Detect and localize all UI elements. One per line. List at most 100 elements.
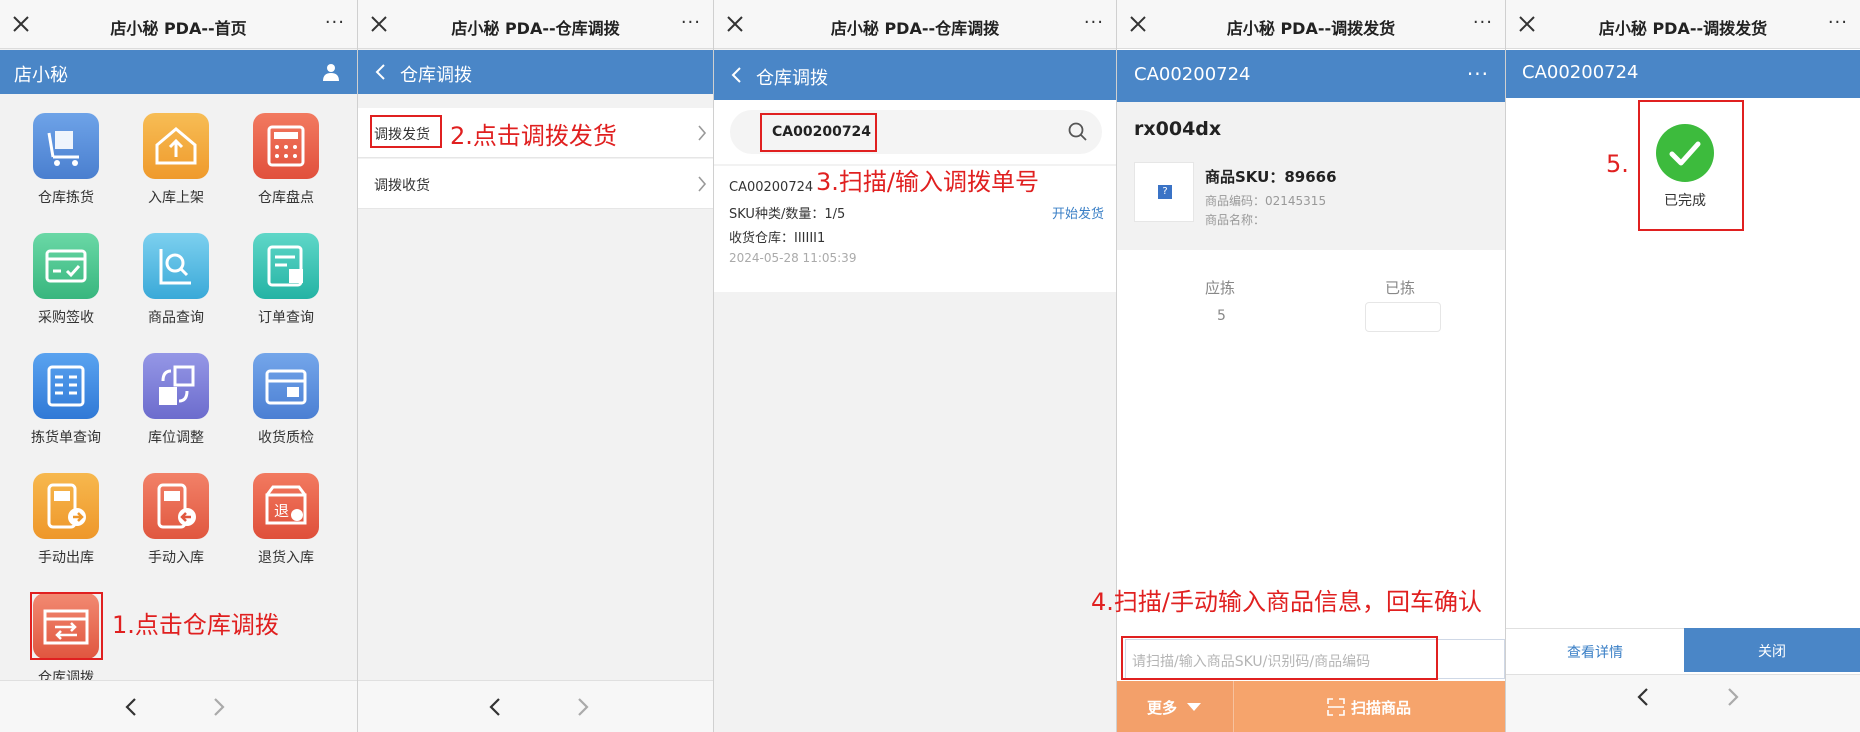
menu-item-order-search[interactable]: 订单查询 xyxy=(236,233,336,327)
window-title: 店小秘 PDA--首页 xyxy=(110,19,247,38)
close-button[interactable]: 关闭 xyxy=(1684,628,1860,672)
forward-arrow-icon[interactable] xyxy=(1726,687,1740,707)
bottom-nav xyxy=(358,680,713,732)
scan-product-label: 扫描商品 xyxy=(1351,699,1412,717)
menu-label: 手动入库 xyxy=(148,550,204,566)
house-upload-icon xyxy=(143,113,209,179)
menu-item-manual-out[interactable]: 手动出库 xyxy=(16,473,116,567)
menu-label: 收货质检 xyxy=(258,430,314,446)
product-name-line: 商品名称： xyxy=(1205,213,1266,227)
product-sku: 商品SKU：89666 xyxy=(1205,168,1337,186)
title-bar: 店小秘 PDA--仓库调拨 ··· xyxy=(358,0,713,49)
menu-label: 退货入库 xyxy=(258,550,314,566)
created-time: 2024-05-28 11:05:39 xyxy=(729,251,857,265)
bottom-nav xyxy=(0,680,357,732)
product-name: rx004dx xyxy=(1134,118,1222,140)
menu-item-picking[interactable]: 仓库拣货 xyxy=(16,113,116,207)
product-code: 商品编码：02145315 xyxy=(1205,194,1327,208)
window-title: 店小秘 PDA--调拨发货 xyxy=(1598,19,1768,38)
caret-down-icon xyxy=(1187,703,1201,711)
menu-label: 拣货单查询 xyxy=(31,430,101,446)
close-icon[interactable] xyxy=(1516,13,1538,35)
back-arrow-icon[interactable] xyxy=(1636,687,1650,707)
menu-item-manual-in[interactable]: 手动入库 xyxy=(126,473,226,567)
close-icon[interactable] xyxy=(368,13,390,35)
forward-arrow-icon[interactable] xyxy=(212,697,226,717)
title-bar: 店小秘 PDA--首页 ··· xyxy=(0,0,357,49)
more-options-icon[interactable]: ··· xyxy=(1467,62,1489,86)
search-doc-icon xyxy=(143,233,209,299)
calculator-icon xyxy=(253,113,319,179)
order-doc-icon xyxy=(253,233,319,299)
title-bar: 店小秘 PDA--调拨发货 ··· xyxy=(1506,0,1860,49)
back-arrow-icon[interactable] xyxy=(488,697,502,717)
close-label: 关闭 xyxy=(1758,644,1786,660)
app-header: 仓库调拨 xyxy=(714,50,1116,100)
menu-item-return-in[interactable]: 退 退货入库 xyxy=(236,473,336,567)
highlight-box xyxy=(370,115,442,148)
col-picked: 已拣 xyxy=(1385,279,1416,297)
svg-text:退: 退 xyxy=(274,502,289,520)
back-chevron-icon[interactable] xyxy=(374,64,386,80)
more-label: 更多 xyxy=(1147,699,1178,717)
search-icon[interactable] xyxy=(1068,122,1088,142)
menu-label: 库位调整 xyxy=(148,430,204,446)
menu-item-purchase-receipt[interactable]: 采购签收 xyxy=(16,233,116,327)
inbox-check-icon xyxy=(253,353,319,419)
view-detail-label: 查看详情 xyxy=(1567,645,1623,661)
more-icon[interactable]: ··· xyxy=(325,12,345,33)
return-stamp-icon: 退 xyxy=(253,473,319,539)
panel-transfer-menu: 店小秘 PDA--仓库调拨 ··· 仓库调拨 调拨发货 调拨收货 2.点击调拨发… xyxy=(358,0,713,732)
close-icon[interactable] xyxy=(10,13,32,35)
picked-input[interactable] xyxy=(1365,302,1441,332)
menu-label: 商品查询 xyxy=(148,310,204,326)
app-title: 店小秘 xyxy=(14,65,68,86)
menu-label: 仓库拣货 xyxy=(38,190,94,206)
product-thumbnail: ? xyxy=(1134,162,1194,222)
col-should-pick: 应拣 xyxy=(1205,279,1236,297)
window-title: 店小秘 PDA--仓库调拨 xyxy=(451,19,620,38)
forward-arrow-icon[interactable] xyxy=(576,697,590,717)
chevron-right-icon xyxy=(698,176,707,192)
more-icon[interactable]: ··· xyxy=(1828,12,1848,33)
list-item-transfer-receive[interactable]: 调拨收货 xyxy=(358,159,713,209)
highlight-box xyxy=(1638,100,1744,231)
scan-product-button[interactable]: 扫描商品 xyxy=(1235,681,1505,732)
more-icon[interactable]: ··· xyxy=(1084,12,1104,33)
window-title: 店小秘 PDA--调拨发货 xyxy=(1226,19,1396,38)
menu-item-location-adjust[interactable]: 库位调整 xyxy=(126,353,226,447)
sign-check-icon xyxy=(33,233,99,299)
header-title: 仓库调拨 xyxy=(400,65,472,86)
app-header: CA00200724 xyxy=(1506,50,1860,98)
grid-list-icon xyxy=(33,353,99,419)
menu-label: 仓库盘点 xyxy=(258,190,314,206)
menu-label: 采购签收 xyxy=(38,310,94,326)
menu-item-stocktake[interactable]: 仓库盘点 xyxy=(236,113,336,207)
view-detail-button[interactable]: 查看详情 xyxy=(1506,628,1684,672)
menu-item-putaway[interactable]: 入库上架 xyxy=(126,113,226,207)
back-arrow-icon[interactable] xyxy=(124,697,138,717)
menu-label: 入库上架 xyxy=(148,190,204,206)
start-ship-link[interactable]: 开始发货 xyxy=(1052,203,1104,222)
back-chevron-icon[interactable] xyxy=(730,67,742,83)
menu-item-qc[interactable]: 收货质检 xyxy=(236,353,336,447)
scan-icon xyxy=(1327,698,1345,716)
menu-item-product-search[interactable]: 商品查询 xyxy=(126,233,226,327)
more-button[interactable]: 更多 xyxy=(1117,681,1234,732)
chevron-right-icon xyxy=(698,125,707,141)
panel-transfer-done: 店小秘 PDA--调拨发货 ··· CA00200724 已完成 5. 查看详情… xyxy=(1506,0,1860,732)
header-title: 仓库调拨 xyxy=(756,68,828,89)
highlight-box xyxy=(30,592,103,660)
order-title: CA00200724 xyxy=(1134,64,1251,85)
more-icon[interactable]: ··· xyxy=(1473,12,1493,33)
menu-item-pick-list-search[interactable]: 拣货单查询 xyxy=(16,353,116,447)
panel-transfer-search: 店小秘 PDA--仓库调拨 ··· 仓库调拨 CA00200724 CA0020… xyxy=(714,0,1116,732)
sku-count: SKU种类/数量：1/5 xyxy=(729,207,846,222)
close-icon[interactable] xyxy=(1127,13,1149,35)
bottom-nav xyxy=(1506,674,1860,732)
step-annotation: 3.扫描/输入调拨单号 xyxy=(816,168,1039,196)
close-icon[interactable] xyxy=(724,13,746,35)
more-icon[interactable]: ··· xyxy=(681,12,701,33)
highlight-box xyxy=(760,113,877,152)
user-icon[interactable] xyxy=(323,63,339,81)
